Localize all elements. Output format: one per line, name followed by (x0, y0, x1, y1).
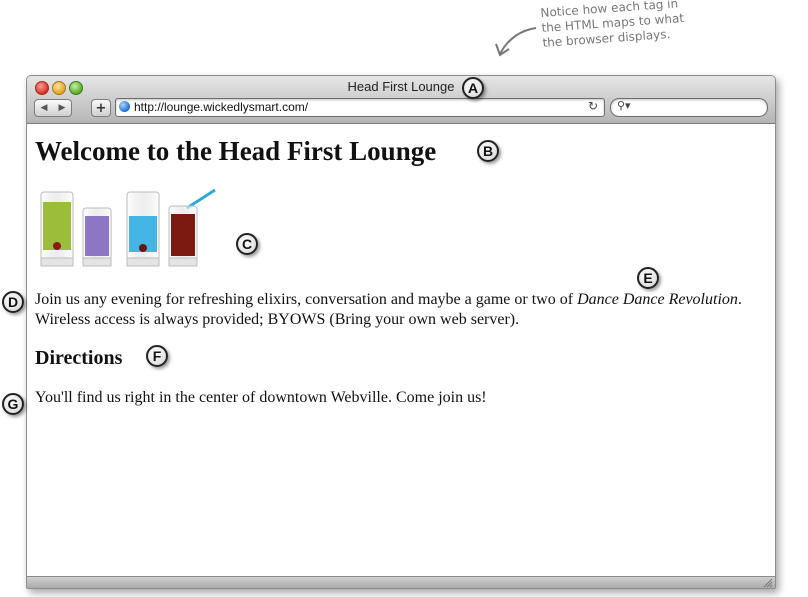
callout-b: B (477, 140, 499, 162)
callout-a: A (462, 77, 484, 99)
back-button[interactable]: ◀ (34, 99, 54, 117)
annotation-arrow-icon (495, 27, 537, 57)
search-input[interactable]: ⚲▾ (610, 98, 768, 117)
page-heading: Welcome to the Head First Lounge (35, 136, 437, 166)
paragraph-text-start: Join us any evening for refreshing elixi… (35, 291, 578, 308)
callout-f: F (146, 345, 168, 367)
status-bar (27, 576, 775, 588)
callout-c: C (236, 233, 258, 255)
purple-drink-glass (82, 207, 112, 267)
page-content: Welcome to the Head First Lounge Join us… (27, 124, 775, 576)
blue-drink-glass (126, 191, 160, 267)
annotation-note: Notice how each tag in the HTML maps to … (540, 0, 743, 51)
url-text[interactable]: http://lounge.wickedlysmart.com/ (134, 100, 308, 114)
forward-arrow-icon: ▶ (58, 103, 66, 113)
plus-icon: + (95, 100, 107, 116)
browser-window: Head First Lounge ◀ ▶ + http://lounge.wi… (26, 75, 776, 589)
intro-paragraph: Join us any evening for refreshing elixi… (35, 290, 770, 330)
drinks-image (40, 188, 216, 267)
reload-icon[interactable]: ↻ (588, 99, 598, 113)
directions-heading: Directions (35, 347, 123, 369)
forward-button[interactable]: ▶ (53, 99, 72, 117)
back-arrow-icon: ◀ (40, 103, 48, 113)
directions-paragraph: You'll find us right in the center of do… (35, 389, 487, 406)
callout-e: E (637, 267, 659, 289)
resize-grip-icon[interactable] (763, 578, 773, 588)
add-bookmark-button[interactable]: + (91, 99, 111, 117)
paragraph-emphasis: Dance Dance Revolution (577, 291, 738, 308)
window-title: Head First Lounge (347, 79, 455, 94)
green-drink-glass (40, 191, 74, 267)
address-bar[interactable]: http://lounge.wickedlysmart.com/ ↻ (115, 98, 605, 117)
callout-d: D (2, 291, 24, 313)
title-bar: Head First Lounge ◀ ▶ + http://lounge.wi… (27, 76, 775, 124)
red-drink-glass (168, 188, 216, 267)
globe-icon (119, 101, 130, 112)
search-icon[interactable]: ⚲▾ (617, 99, 631, 112)
callout-g: G (2, 393, 24, 415)
